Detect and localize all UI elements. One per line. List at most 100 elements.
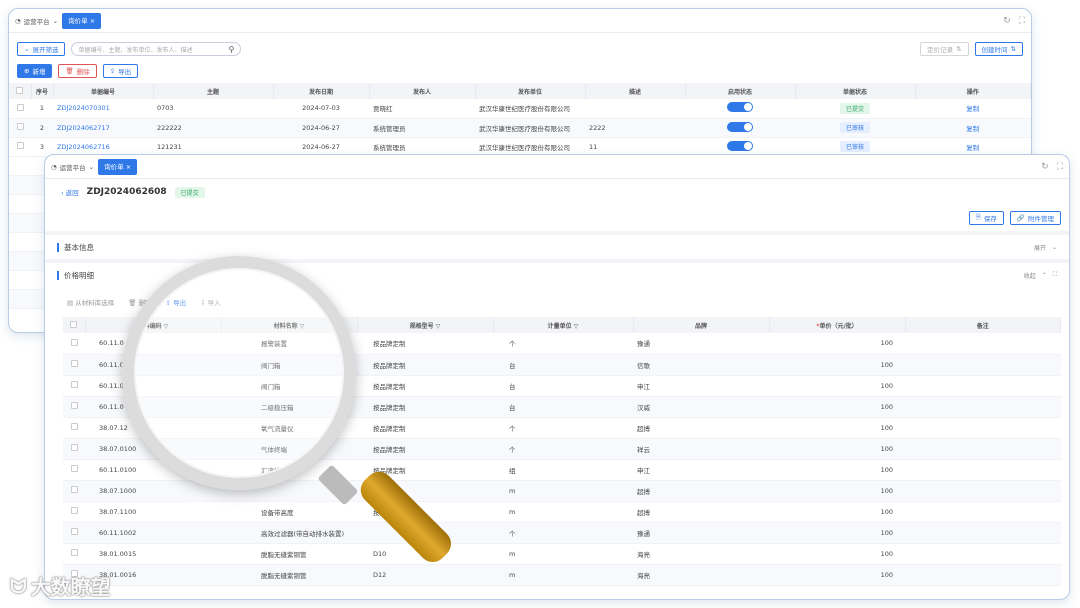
col-spec[interactable]: 规格型号 ▽	[357, 317, 494, 333]
row-checkbox[interactable]	[63, 501, 85, 523]
row-copy-link[interactable]: 复制	[915, 99, 1031, 119]
row-unit: m	[493, 501, 633, 523]
row-price[interactable]: 100	[769, 543, 905, 565]
save-label: 保存	[983, 215, 997, 223]
section-marker	[57, 242, 59, 252]
col-unit[interactable]: 计量单位 ▽	[493, 317, 634, 333]
row-material-code: 60.11.1002	[85, 522, 221, 544]
row-unit: 武汉华康世纪医疗股份有限公司	[475, 99, 585, 119]
tab-platform[interactable]: ◔ 运营平台 ⌄	[15, 16, 58, 26]
table-row[interactable]: 60.11.1002 高效过滤器(带自动排水装置) 个豫通 100	[63, 522, 1061, 544]
row-checkbox[interactable]	[63, 375, 85, 397]
row-remark[interactable]	[905, 417, 1061, 439]
row-material-name: 高效过滤器(带自动排水装置)	[221, 522, 357, 544]
table-row[interactable]: 38.01.0015 脱脂无缝紫铜管 D10 m 海亮 100	[63, 543, 1061, 565]
row-code-link[interactable]: ZDJ2024062717	[53, 118, 153, 138]
row-price[interactable]: 100	[769, 501, 905, 523]
header-checkbox[interactable]	[63, 317, 86, 333]
fullscreen-icon[interactable]: ⛶	[1057, 162, 1063, 172]
row-enabled-toggle[interactable]	[685, 118, 795, 138]
row-publisher: 系统管理员	[369, 118, 475, 138]
row-checkbox[interactable]	[63, 417, 85, 439]
row-price[interactable]: 100	[769, 564, 905, 586]
fullscreen-icon[interactable]: ⛶	[1053, 271, 1057, 279]
doc-code: ZDJ2024062608	[86, 187, 167, 197]
tab-inquiry-detail[interactable]: 询价单 ×	[98, 158, 138, 175]
export-button[interactable]: ⇪ 导出	[102, 64, 139, 78]
save-button[interactable]: 🗎 保存	[968, 211, 1004, 225]
table-row[interactable]: 38.07.1100设备带高度按品牌定制m超搏100	[63, 501, 1061, 523]
row-remark[interactable]	[905, 354, 1061, 376]
row-brand: 海亮	[633, 543, 769, 565]
row-code-link[interactable]: ZDJ2024070301	[53, 99, 153, 119]
row-no: 1	[31, 99, 53, 119]
status-badge: 已审核	[839, 122, 870, 133]
row-price[interactable]: 100	[769, 459, 905, 481]
row-price[interactable]: 100	[769, 417, 905, 439]
table-row[interactable]: 1 ZDJ2024070301 0703 2024-07-03 贾晓红 武汉华康世纪医疗股…	[9, 99, 1031, 119]
row-remark[interactable]	[905, 375, 1061, 397]
header-checkbox[interactable]	[9, 83, 32, 99]
price-record-button[interactable]: 定价记录 ⇅	[920, 42, 969, 56]
row-remark[interactable]	[905, 459, 1061, 481]
row-checkbox[interactable]	[9, 118, 31, 138]
col-op: 操作	[915, 83, 1031, 99]
chevron-up-icon[interactable]: ⌃	[1042, 272, 1047, 279]
collapse-toggle[interactable]: 收起	[1024, 271, 1036, 280]
row-remark[interactable]	[905, 438, 1061, 460]
created-time-button[interactable]: 创建时间 ⇅	[974, 42, 1023, 56]
row-remark[interactable]	[905, 333, 1061, 355]
back-link[interactable]: ‹ 返回	[61, 187, 79, 197]
row-price[interactable]: 100	[769, 333, 905, 355]
row-unit: 个	[493, 522, 633, 544]
table-row[interactable]: 2 ZDJ2024062717 222222 2024-06-27 系统管理员 武汉华康世…	[9, 118, 1031, 138]
row-checkbox[interactable]	[63, 522, 85, 544]
row-remark[interactable]	[905, 522, 1061, 544]
price-record-label: 定价记录	[927, 46, 954, 54]
row-checkbox[interactable]	[63, 480, 85, 502]
attachments-button[interactable]: 🔗 附件管理	[1009, 211, 1061, 225]
row-checkbox[interactable]	[63, 543, 85, 565]
row-remark[interactable]	[905, 501, 1061, 523]
row-price[interactable]: 100	[769, 396, 905, 418]
row-copy-link[interactable]: 复制	[915, 118, 1031, 138]
row-price[interactable]: 100	[769, 375, 905, 397]
row-remark[interactable]	[905, 543, 1061, 565]
row-brand: 信歌	[633, 354, 769, 376]
expand-toggle[interactable]: 展开	[1034, 243, 1046, 252]
row-checkbox[interactable]	[63, 438, 85, 460]
row-material-code: 38.07.1100	[85, 501, 221, 523]
table-row[interactable]: 38.01.0016 脱脂无缝紫铜管 D12 m 海亮 100	[63, 564, 1061, 586]
row-checkbox[interactable]	[9, 137, 31, 157]
row-brand: 申江	[633, 459, 769, 481]
row-price[interactable]: 100	[769, 480, 905, 502]
section-basic-title: 基本信息	[64, 242, 94, 252]
row-remark[interactable]	[905, 480, 1061, 502]
chevron-down-icon[interactable]: ⌄	[1052, 244, 1057, 251]
row-checkbox[interactable]	[63, 396, 85, 418]
search-input[interactable]: 单据编号、主题、发布单位、发布人、描述 ⚲	[71, 42, 242, 56]
row-checkbox[interactable]	[63, 459, 85, 481]
row-enabled-toggle[interactable]	[685, 99, 795, 119]
row-checkbox[interactable]	[63, 354, 85, 376]
tab-platform-detail[interactable]: ◔ 运营平台 ⌄	[51, 162, 94, 172]
row-checkbox[interactable]	[63, 333, 85, 355]
delete-button[interactable]: 🗑 删除	[58, 64, 97, 78]
refresh-icon[interactable]: ↻	[1003, 16, 1011, 26]
from-library-button[interactable]: ▤ 从材料库选择	[67, 297, 114, 307]
filter-button[interactable]: ⌄ 展开筛选	[17, 42, 66, 56]
search-icon[interactable]: ⚲	[229, 45, 235, 54]
refresh-icon[interactable]: ↻	[1041, 162, 1049, 172]
row-price[interactable]: 100	[769, 354, 905, 376]
section-basic[interactable]: 基本信息 展开 ⌄	[45, 231, 1069, 259]
row-spec: 按品牌定制	[357, 396, 493, 418]
back-label: 返回	[65, 189, 79, 197]
row-remark[interactable]	[905, 396, 1061, 418]
tab-inquiry[interactable]: 询价单 ×	[62, 12, 102, 29]
row-price[interactable]: 100	[769, 438, 905, 460]
fullscreen-icon[interactable]: ⛶	[1019, 16, 1025, 26]
add-button[interactable]: ⊕ 新增	[17, 64, 53, 78]
row-checkbox[interactable]	[9, 99, 31, 119]
row-price[interactable]: 100	[769, 522, 905, 544]
row-remark[interactable]	[905, 564, 1061, 586]
